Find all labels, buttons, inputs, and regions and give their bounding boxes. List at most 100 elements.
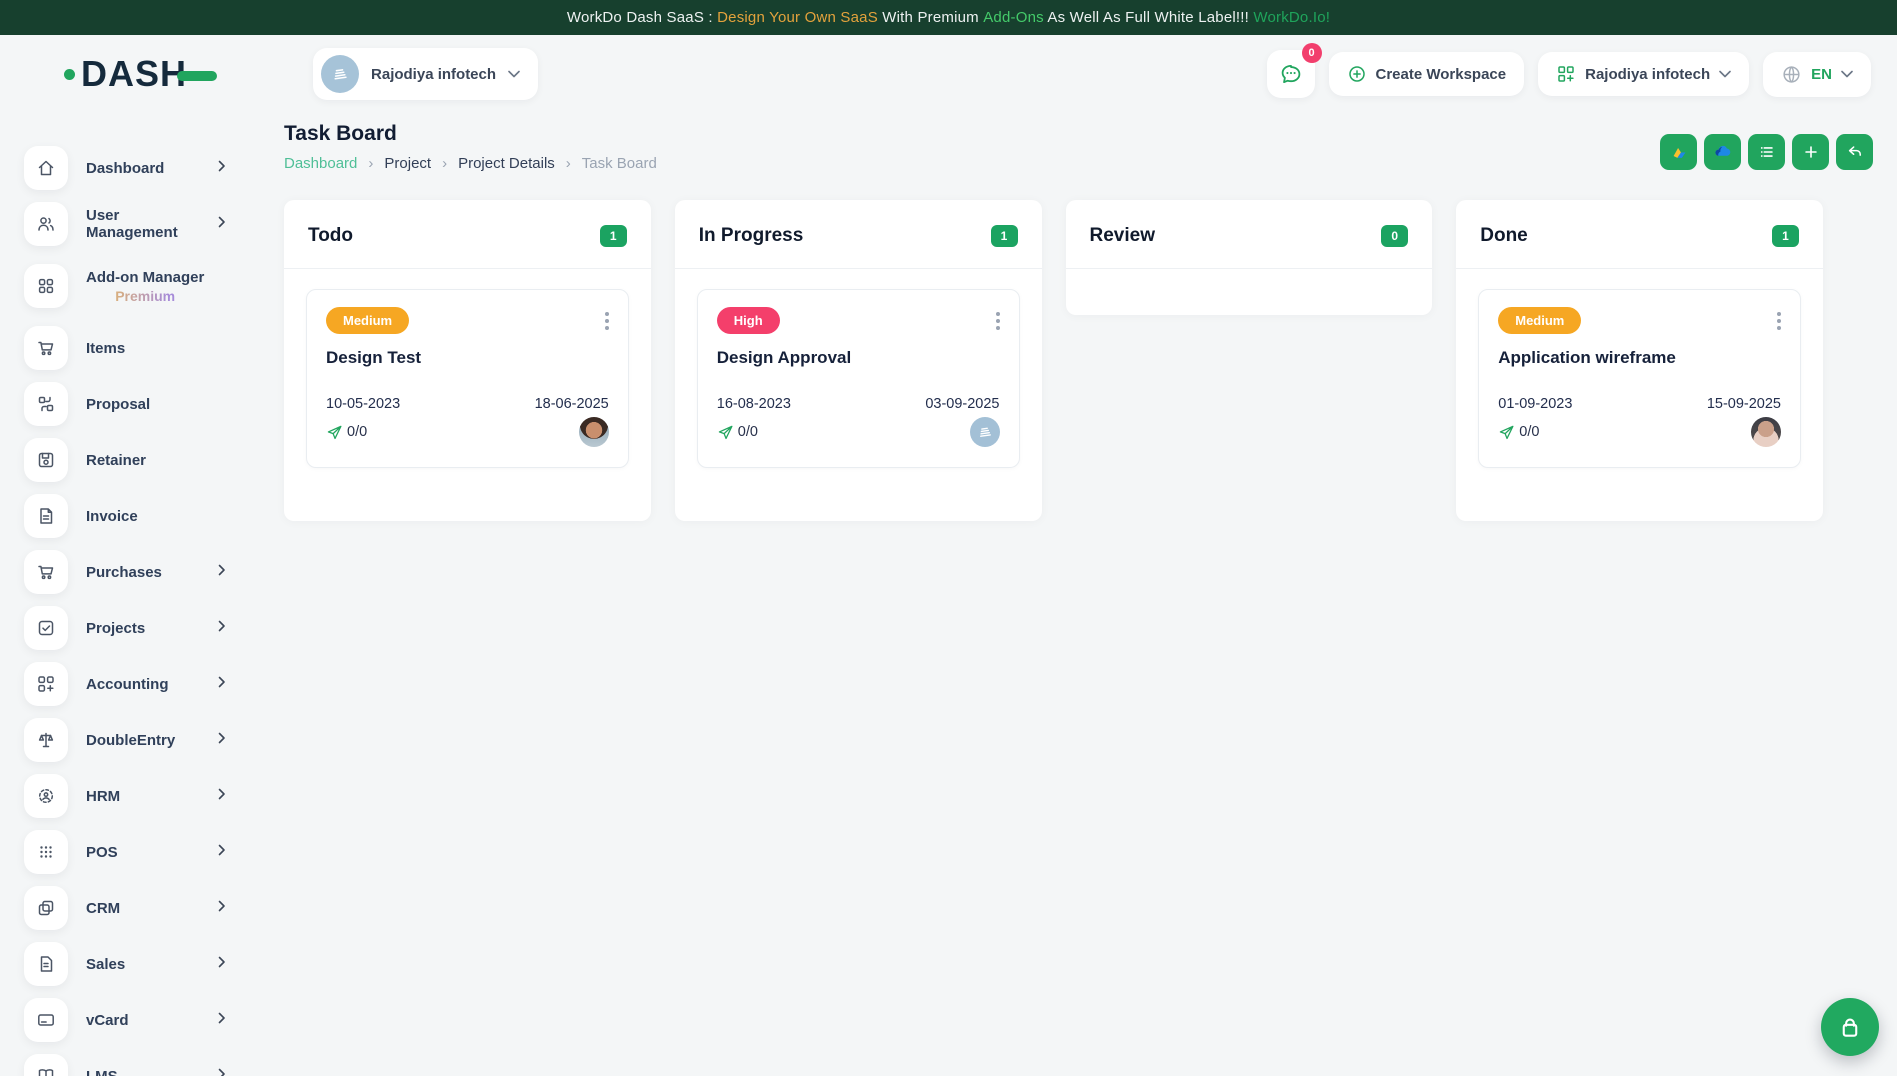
sidebar-item-doubleentry[interactable]: DoubleEntry: [24, 712, 232, 768]
messenger-button[interactable]: 0: [1267, 50, 1315, 98]
undo-arrow-icon: [1846, 143, 1864, 161]
workspace-menu[interactable]: Rajodiya infotech: [1538, 52, 1749, 96]
banner-text: As Well As Full White Label!!!: [1044, 9, 1254, 26]
sidebar-item-purchases[interactable]: Purchases: [24, 544, 232, 600]
grid-icon: [24, 264, 68, 308]
assignee-avatar: [1751, 417, 1781, 447]
priority-badge: Medium: [1498, 307, 1581, 334]
task-title: Application wireframe: [1498, 348, 1781, 368]
squares-icon: [24, 886, 68, 930]
globe-icon: [1781, 64, 1802, 85]
page-title: Task Board: [284, 122, 657, 146]
send-icon: [717, 424, 734, 441]
sidebar-item-pos[interactable]: POS: [24, 824, 232, 880]
sidebar-item-label: LMS: [86, 1068, 118, 1076]
column-done: Done 1 Medium Application wireframe 01-0…: [1456, 200, 1823, 521]
breadcrumb-separator: ›: [566, 155, 571, 172]
plus-circle-icon: [1347, 64, 1367, 84]
card-menu-button[interactable]: [1775, 310, 1783, 332]
list-view-button[interactable]: [1748, 134, 1785, 170]
banner-link[interactable]: WorkDo.Io!: [1253, 9, 1330, 26]
sidebar-item-hrm[interactable]: HRM: [24, 768, 232, 824]
sidebar-item-invoice[interactable]: Invoice: [24, 488, 232, 544]
sidebar-item-proposal[interactable]: Proposal: [24, 376, 232, 432]
sidebar-item-label: DoubleEntry: [86, 732, 175, 749]
sidebar-item-label: HRM: [86, 788, 120, 805]
marketplace-fab-button[interactable]: [1821, 998, 1879, 1056]
card-icon: [24, 998, 68, 1042]
workspace-avatar: [321, 55, 359, 93]
sidebar-item-retainer[interactable]: Retainer: [24, 432, 232, 488]
chevron-right-icon: [218, 787, 226, 805]
sidebar-item-dashboard[interactable]: Dashboard: [24, 140, 232, 196]
logo-dash: [177, 71, 217, 81]
column-title: Todo: [308, 225, 353, 247]
task-card[interactable]: Medium Design Test 10-05-2023 18-06-2025…: [306, 289, 629, 468]
chevron-right-icon: [218, 159, 226, 177]
list-icon: [1758, 143, 1776, 161]
sidebar-item-label: User Management: [86, 207, 200, 241]
building-icon: [977, 424, 993, 440]
language-selector[interactable]: EN: [1763, 52, 1871, 97]
sidebar-item-accounting[interactable]: Accounting: [24, 656, 232, 712]
logo-text: DASH: [81, 56, 187, 92]
add-stage-button[interactable]: [1792, 134, 1829, 170]
logo-dot: [64, 69, 75, 80]
breadcrumb-project[interactable]: Project: [384, 155, 431, 172]
sidebar-item-label: Dashboard: [86, 160, 164, 177]
breadcrumb-separator: ›: [368, 155, 373, 172]
sidebar-item-sales[interactable]: Sales: [24, 936, 232, 992]
send-icon: [326, 424, 343, 441]
breadcrumb-dashboard[interactable]: Dashboard: [284, 155, 357, 172]
card-menu-button[interactable]: [994, 310, 1002, 332]
invoice-icon: [24, 494, 68, 538]
assignee-avatar: [579, 417, 609, 447]
chevron-down-icon: [1719, 70, 1731, 78]
chat-count-badge: 0: [1302, 43, 1322, 63]
sidebar-item-projects[interactable]: Projects: [24, 600, 232, 656]
google-drive-icon: [1670, 143, 1688, 161]
sidebar-item-label: POS: [86, 844, 118, 861]
back-button[interactable]: [1836, 134, 1873, 170]
onedrive-button[interactable]: [1704, 134, 1741, 170]
sidebar-item-user-management[interactable]: User Management: [24, 196, 232, 252]
workspace-switcher[interactable]: Rajodiya infotech: [313, 48, 538, 100]
top-bar: DASH Rajodiya infotech 0: [64, 42, 1871, 106]
chevron-right-icon: [218, 1011, 226, 1029]
column-todo: Todo 1 Medium Design Test 10-05-2023 18-…: [284, 200, 651, 521]
banner-highlight: Add-Ons: [983, 9, 1044, 26]
premium-badge: Premium: [86, 288, 204, 304]
breadcrumb-current: Task Board: [582, 155, 657, 172]
chevron-right-icon: [218, 955, 226, 973]
sidebar-item-addon-manager[interactable]: Add-on Manager Premium: [24, 252, 232, 320]
column-count-badge: 1: [991, 225, 1018, 247]
column-title: Review: [1090, 225, 1155, 247]
column-count-badge: 1: [600, 225, 627, 247]
promo-banner: WorkDo Dash SaaS : Design Your Own SaaS …: [0, 0, 1897, 35]
google-drive-button[interactable]: [1660, 134, 1697, 170]
task-card[interactable]: Medium Application wireframe 01-09-2023 …: [1478, 289, 1801, 468]
sidebar-item-crm[interactable]: CRM: [24, 880, 232, 936]
task-board: Todo 1 Medium Design Test 10-05-2023 18-…: [284, 200, 1823, 521]
page-header: Task Board Dashboard › Project › Project…: [284, 122, 657, 172]
priority-badge: High: [717, 307, 780, 334]
task-card[interactable]: High Design Approval 16-08-2023 03-09-20…: [697, 289, 1020, 468]
sidebar-item-items[interactable]: Items: [24, 320, 232, 376]
grid-plus-icon: [1556, 64, 1576, 84]
sidebar-item-lms[interactable]: LMS: [24, 1048, 232, 1076]
chevron-right-icon: [218, 619, 226, 637]
breadcrumb-project-details[interactable]: Project Details: [458, 155, 555, 172]
language-code: EN: [1811, 66, 1832, 83]
sidebar-item-label: CRM: [86, 900, 120, 917]
create-workspace-button[interactable]: Create Workspace: [1329, 52, 1525, 96]
task-start-date: 16-08-2023: [717, 396, 791, 412]
banner-text: WorkDo Dash SaaS :: [567, 9, 717, 26]
banner-text: With Premium: [878, 9, 983, 26]
board-toolbar: [1660, 134, 1873, 170]
workspace-name: Rajodiya infotech: [371, 66, 496, 83]
dots-grid-icon: [24, 830, 68, 874]
card-menu-button[interactable]: [603, 310, 611, 332]
sidebar-item-vcard[interactable]: vCard: [24, 992, 232, 1048]
task-title: Design Approval: [717, 348, 1000, 368]
scales-icon: [24, 718, 68, 762]
